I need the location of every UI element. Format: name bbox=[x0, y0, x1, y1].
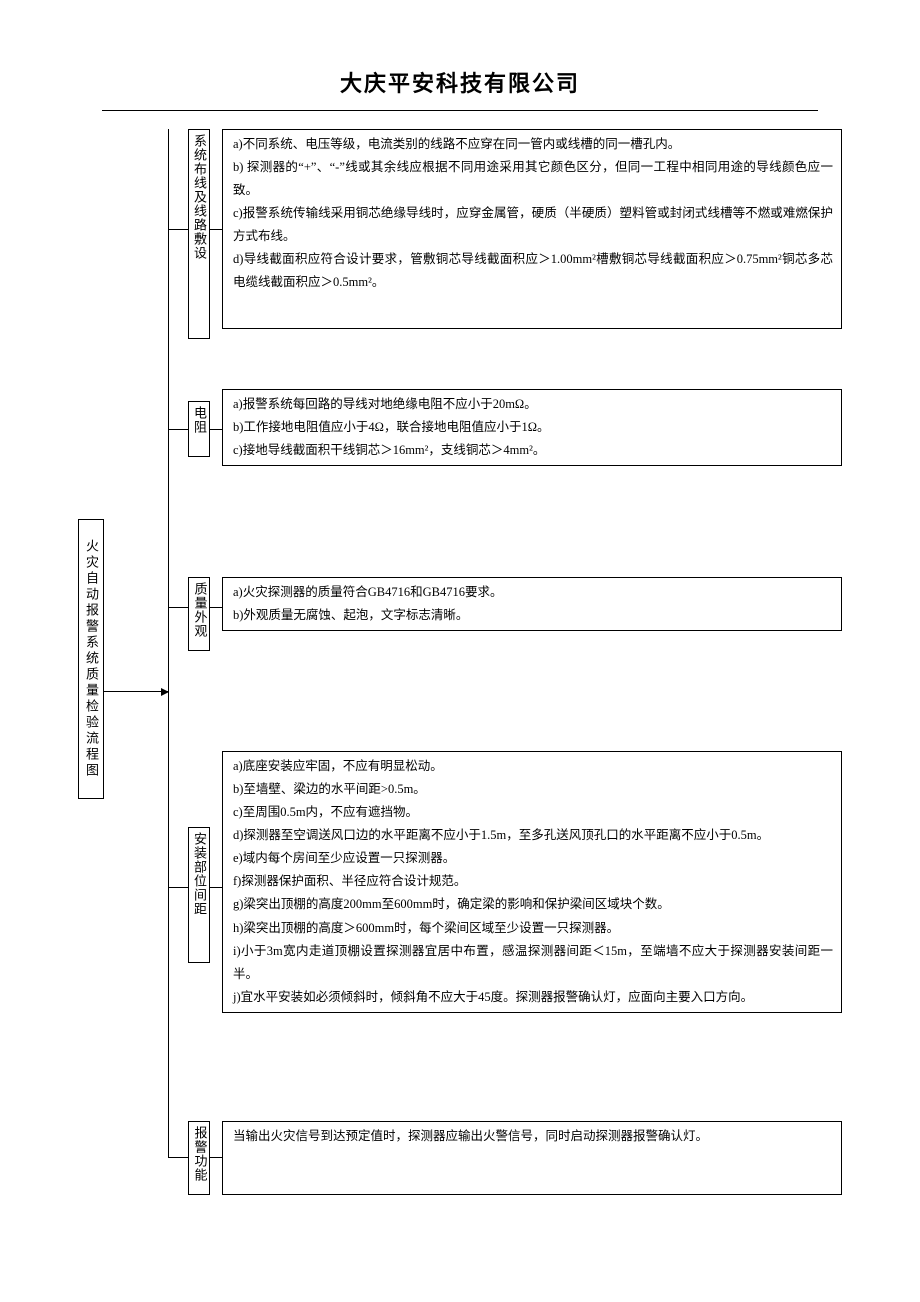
connector bbox=[168, 229, 188, 230]
connector bbox=[210, 887, 222, 888]
item: h)梁突出顶棚的高度＞600mm时，每个梁间区域至少设置一只探测器。 bbox=[233, 917, 833, 940]
section-label-quality: 质量外观 bbox=[188, 577, 210, 651]
page: 大庆平安科技有限公司 火灾自动报警系统质量检验流程图 系统布线及线路敷设 a)不… bbox=[0, 0, 920, 1259]
connector bbox=[168, 887, 188, 888]
trunk-line bbox=[168, 129, 169, 1157]
item: d)导线截面积应符合设计要求，管敷铜芯导线截面积应＞1.00mm²槽敷铜芯导线截… bbox=[233, 248, 833, 294]
item: c)报警系统传输线采用铜芯绝缘导线时，应穿金属管，硬质（半硬质）塑料管或封闭式线… bbox=[233, 202, 833, 248]
item: d)探测器至空调送风口边的水平距离不应小于1.5m，至多孔送风顶孔口的水平距离不… bbox=[233, 824, 833, 847]
item: c)至周围0.5m内，不应有遮挡物。 bbox=[233, 801, 833, 824]
item: a)报警系统每回路的导线对地绝缘电阻不应小于20mΩ。 bbox=[233, 393, 833, 416]
section-label-resistance: 电阻 bbox=[188, 401, 210, 457]
root-title-box: 火灾自动报警系统质量检验流程图 bbox=[78, 519, 104, 799]
section-label-alarm: 报警功能 bbox=[188, 1121, 210, 1195]
item: 当输出火灾信号到达预定值时，探测器应输出火警信号，同时启动探测器报警确认灯。 bbox=[233, 1125, 833, 1148]
connector bbox=[210, 607, 222, 608]
flow-diagram: 火灾自动报警系统质量检验流程图 系统布线及线路敷设 a)不同系统、电压等级，电流… bbox=[78, 129, 842, 1219]
root-arrow bbox=[104, 691, 168, 692]
item: a)不同系统、电压等级，电流类别的线路不应穿在同一管内或线槽的同一槽孔内。 bbox=[233, 133, 833, 156]
connector bbox=[210, 429, 222, 430]
content-alarm: 当输出火灾信号到达预定值时，探测器应输出火警信号，同时启动探测器报警确认灯。 bbox=[222, 1121, 842, 1195]
item: b)外观质量无腐蚀、起泡，文字标志清晰。 bbox=[233, 604, 833, 627]
section-label-wiring: 系统布线及线路敷设 bbox=[188, 129, 210, 339]
content-quality: a)火灾探测器的质量符合GB4716和GB4716要求。 b)外观质量无腐蚀、起… bbox=[222, 577, 842, 631]
item: g)梁突出顶棚的高度200mm至600mm时，确定梁的影响和保护梁间区域块个数。 bbox=[233, 893, 833, 916]
connector bbox=[210, 1157, 222, 1158]
content-wiring: a)不同系统、电压等级，电流类别的线路不应穿在同一管内或线槽的同一槽孔内。 b)… bbox=[222, 129, 842, 329]
item: b) 探测器的“+”、“-”线或其余线应根据不同用途采用其它颜色区分，但同一工程… bbox=[233, 156, 833, 202]
item: c)接地导线截面积干线铜芯＞16mm²，支线铜芯＞4mm²。 bbox=[233, 439, 833, 462]
item: b)至墙壁、梁边的水平间距>0.5m。 bbox=[233, 778, 833, 801]
company-header: 大庆平安科技有限公司 bbox=[78, 64, 842, 111]
item: j)宜水平安装如必须倾斜时，倾斜角不应大于45度。探测器报警确认灯，应面向主要入… bbox=[233, 986, 833, 1009]
item: f)探测器保护面积、半径应符合设计规范。 bbox=[233, 870, 833, 893]
content-resistance: a)报警系统每回路的导线对地绝缘电阻不应小于20mΩ。 b)工作接地电阻值应小于… bbox=[222, 389, 842, 466]
item: i)小于3m宽内走道顶棚设置探测器宜居中布置，感温探测器间距＜15m，至端墙不应… bbox=[233, 940, 833, 986]
connector bbox=[168, 1157, 188, 1158]
section-label-install: 安装部位间距 bbox=[188, 827, 210, 963]
item: a)火灾探测器的质量符合GB4716和GB4716要求。 bbox=[233, 581, 833, 604]
connector bbox=[168, 429, 188, 430]
item: e)域内每个房间至少应设置一只探测器。 bbox=[233, 847, 833, 870]
item: a)底座安装应牢固，不应有明显松动。 bbox=[233, 755, 833, 778]
connector bbox=[168, 607, 188, 608]
content-install: a)底座安装应牢固，不应有明显松动。 b)至墙壁、梁边的水平间距>0.5m。 c… bbox=[222, 751, 842, 1013]
item: b)工作接地电阻值应小于4Ω，联合接地电阻值应小于1Ω。 bbox=[233, 416, 833, 439]
connector bbox=[210, 229, 222, 230]
root-title: 火灾自动报警系统质量检验流程图 bbox=[79, 539, 103, 779]
